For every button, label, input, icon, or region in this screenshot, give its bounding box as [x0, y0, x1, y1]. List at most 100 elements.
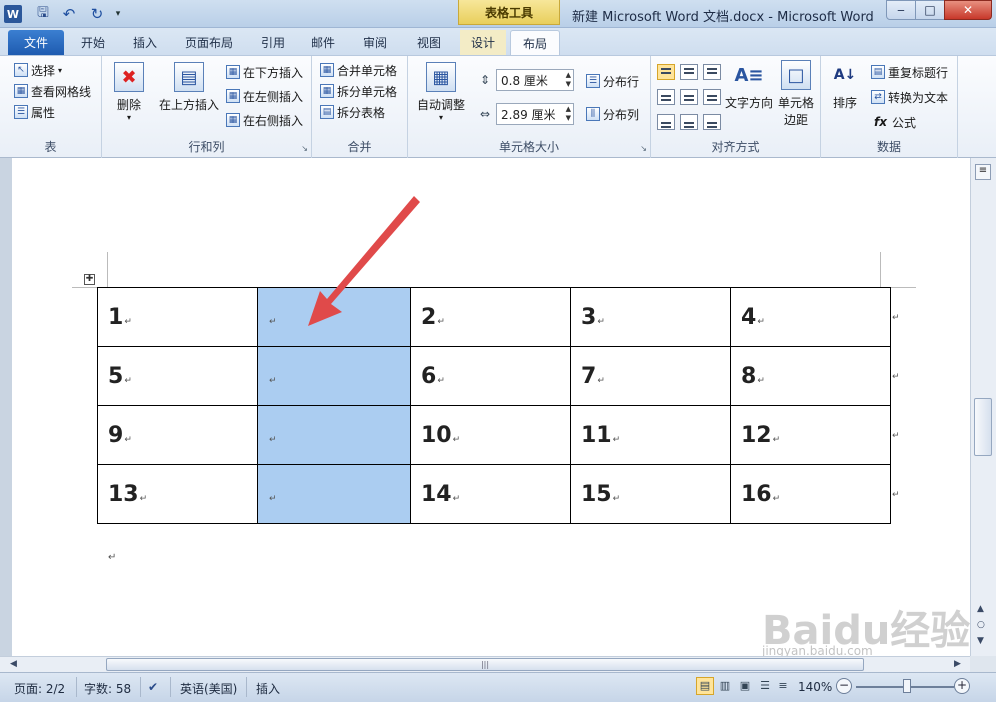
table-cell[interactable]: 15↵ — [570, 464, 731, 524]
horizontal-scrollbar[interactable]: ◀ ||| ▶ — [0, 656, 970, 672]
outline-view-icon[interactable]: ☰ — [756, 677, 774, 695]
select-button[interactable]: ↖ 选择 ▾ — [14, 60, 62, 80]
print-layout-view-icon[interactable]: ▤ — [696, 677, 714, 695]
sort-button[interactable]: A↓ 排序 — [827, 60, 863, 111]
table-cell[interactable]: 14↵ — [410, 464, 571, 524]
scroll-right-icon[interactable]: ▶ — [954, 659, 961, 669]
horizontal-scrollbar-thumb[interactable]: ||| — [106, 658, 864, 671]
col-width-field[interactable]: 2.89 厘米 ▲ ▼ — [496, 103, 574, 125]
table-cell[interactable]: 2↵ — [410, 287, 571, 347]
zoom-in-icon[interactable]: + — [954, 678, 970, 694]
row-height-spinner-icon[interactable]: ▲ ▼ — [566, 71, 571, 89]
table-cell[interactable]: ↵ — [257, 405, 411, 465]
delete-button[interactable]: ✖ 删除 ▾ — [108, 62, 150, 122]
tab-page-layout[interactable]: 页面布局 — [170, 30, 248, 55]
redo-icon[interactable]: ↻ — [88, 5, 106, 23]
web-layout-view-icon[interactable]: ▣ — [736, 677, 754, 695]
maximize-button[interactable]: □ — [915, 0, 945, 20]
formula-button[interactable]: fx 公式 — [871, 112, 916, 132]
word-logo-icon[interactable]: W — [4, 5, 22, 23]
align-top-right-button[interactable] — [703, 64, 721, 80]
align-top-left-button[interactable] — [657, 64, 675, 80]
table-cell[interactable]: 8↵ — [730, 346, 891, 406]
text-direction-button[interactable]: A≡ 文字方向 — [725, 60, 773, 111]
properties-button[interactable]: ☰ 属性 — [14, 102, 55, 122]
zoom-slider-thumb[interactable] — [903, 679, 911, 693]
convert-to-text-button[interactable]: ⇄ 转换为文本 — [871, 87, 948, 107]
row-height-field[interactable]: 0.8 厘米 ▲ ▼ — [496, 69, 574, 91]
proofing-icon[interactable]: ✔ — [148, 680, 158, 694]
tab-design[interactable]: 设计 — [460, 30, 506, 55]
insert-below-button[interactable]: ▦ 在下方插入 — [226, 62, 303, 82]
tab-insert[interactable]: 插入 — [122, 30, 168, 55]
table-cell[interactable]: 12↵ — [730, 405, 891, 465]
vertical-scrollbar[interactable]: ≡ ▲ ○ ▼ — [970, 158, 996, 656]
table-cell[interactable]: 1↵ — [97, 287, 258, 347]
word-count[interactable]: 字数: 58 — [84, 680, 131, 697]
repeat-header-button[interactable]: ▤ 重复标题行 — [871, 62, 948, 82]
cell-size-launcher-icon[interactable]: ↘ — [640, 144, 647, 153]
ruler-toggle-icon[interactable]: ≡ — [975, 164, 991, 180]
tab-mailings[interactable]: 邮件 — [298, 30, 348, 55]
undo-icon[interactable]: ↶ — [58, 5, 80, 23]
zoom-level[interactable]: 140% — [798, 680, 832, 694]
insert-left-button[interactable]: ▦ 在左侧插入 — [226, 86, 303, 106]
table-cell[interactable]: 4↵ — [730, 287, 891, 347]
align-middle-center-button[interactable] — [680, 89, 698, 105]
split-cells-button[interactable]: ▦ 拆分单元格 — [320, 81, 397, 101]
table-move-handle-icon[interactable]: ✚ — [84, 274, 95, 285]
table-cell[interactable]: 3↵ — [570, 287, 731, 347]
close-button[interactable]: ✕ — [944, 0, 992, 20]
table-cell[interactable]: 10↵ — [410, 405, 571, 465]
tab-references[interactable]: 引用 — [250, 30, 296, 55]
zoom-out-icon[interactable]: − — [836, 678, 852, 694]
save-icon[interactable]: 🖫 — [34, 5, 52, 23]
table-cell[interactable]: 6↵ — [410, 346, 571, 406]
align-middle-left-button[interactable] — [657, 89, 675, 105]
rows-columns-launcher-icon[interactable]: ↘ — [301, 144, 308, 153]
scroll-left-icon[interactable]: ◀ — [10, 659, 17, 669]
autofit-button[interactable]: ▦ 自动调整 ▾ — [412, 62, 470, 122]
align-bottom-center-button[interactable] — [680, 114, 698, 130]
tab-file[interactable]: 文件 — [8, 30, 64, 55]
distribute-rows-button[interactable]: ☰ 分布行 — [586, 71, 639, 91]
insert-mode-indicator[interactable]: 插入 — [256, 680, 280, 697]
merge-cells-button[interactable]: ▦ 合并单元格 — [320, 60, 397, 80]
table-cell[interactable]: 13↵ — [97, 464, 258, 524]
table-cell[interactable]: ↵ — [257, 346, 411, 406]
document-table[interactable]: 1↵ ↵ 2↵ 3↵ 4↵ 5↵ ↵ 6↵ 7↵ 8↵ 9↵ ↵ 10↵ 11↵ 12↵ 13↵ ↵ 14↵ 15↵… — [97, 287, 891, 524]
minimize-button[interactable]: ‒ — [886, 0, 916, 20]
align-middle-right-button[interactable] — [703, 89, 721, 105]
customize-qat-icon[interactable]: ▾ — [112, 5, 124, 23]
table-cell[interactable]: ↵ — [257, 287, 411, 347]
insert-right-button[interactable]: ▦ 在右侧插入 — [226, 110, 303, 130]
align-bottom-right-button[interactable] — [703, 114, 721, 130]
tab-view[interactable]: 视图 — [402, 30, 456, 55]
insert-above-button[interactable]: ▤ 在上方插入 — [156, 62, 222, 113]
align-top-center-button[interactable] — [680, 64, 698, 80]
prev-page-icon[interactable]: ▲ — [977, 604, 984, 614]
distribute-cols-button[interactable]: ⫼ 分布列 — [586, 104, 639, 124]
table-cell[interactable]: ↵ — [257, 464, 411, 524]
table-cell[interactable]: 11↵ — [570, 405, 731, 465]
browse-object-icon[interactable]: ○ — [977, 620, 985, 630]
tab-review[interactable]: 审阅 — [350, 30, 400, 55]
col-width-spinner-icon[interactable]: ▲ ▼ — [566, 105, 571, 123]
next-page-icon[interactable]: ▼ — [977, 636, 984, 646]
table-cell[interactable]: 9↵ — [97, 405, 258, 465]
table-cell[interactable]: 5↵ — [97, 346, 258, 406]
table-cell[interactable]: 7↵ — [570, 346, 731, 406]
page-indicator[interactable]: 页面: 2/2 — [14, 680, 65, 697]
cell-text: 14 — [421, 481, 452, 507]
draft-view-icon[interactable]: ≡ — [774, 677, 792, 695]
tab-home[interactable]: 开始 — [66, 30, 120, 55]
table-cell[interactable]: 16↵ — [730, 464, 891, 524]
vertical-scrollbar-thumb[interactable] — [974, 398, 992, 456]
split-table-button[interactable]: ▤ 拆分表格 — [320, 102, 385, 122]
language-indicator[interactable]: 英语(美国) — [180, 680, 237, 697]
align-bottom-left-button[interactable] — [657, 114, 675, 130]
tab-layout[interactable]: 布局 — [510, 30, 560, 55]
view-gridlines-button[interactable]: ▦ 查看网格线 — [14, 81, 91, 101]
full-screen-reading-icon[interactable]: ▥ — [716, 677, 734, 695]
cell-margins-button[interactable]: □ 单元格 边距 — [775, 60, 817, 128]
